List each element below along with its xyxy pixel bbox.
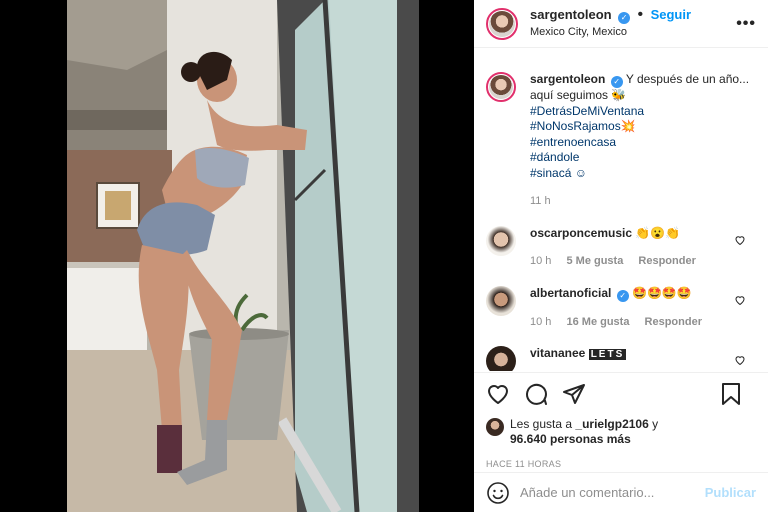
comment-row: vitananee LETS <box>486 346 756 371</box>
comment-row: albertanoficial ✓ 🤩🤩🤩🤩 10 h 16 Me gusta … <box>486 285 756 331</box>
likes-summary: Les gusta a _urielgp2106 y 96.640 person… <box>486 417 756 447</box>
verified-icon: ✓ <box>616 289 629 302</box>
comment-like-icon[interactable] <box>734 354 746 369</box>
post-header: sargentoleon ✓ • Seguir Mexico City, Mex… <box>474 0 768 48</box>
emoji-icon[interactable] <box>486 481 510 505</box>
caption-username[interactable]: sargentoleon <box>530 72 605 86</box>
share-icon[interactable] <box>562 382 586 406</box>
comment-text: 👏😮👏 <box>635 225 681 240</box>
likes-text: Les gusta a _urielgp2106 y 96.640 person… <box>510 417 658 447</box>
hashtag[interactable]: #dándole <box>530 150 756 166</box>
author-avatar[interactable] <box>486 7 518 40</box>
bookmark-icon[interactable] <box>720 382 742 406</box>
likes-count[interactable]: 96.640 personas más <box>510 432 631 446</box>
comment-meta: 10 h 5 Me gusta Responder <box>530 254 756 270</box>
post-location[interactable]: Mexico City, Mexico <box>530 24 736 40</box>
likes-prefix: Les gusta a <box>510 417 576 431</box>
commenter-username[interactable]: albertanoficial <box>530 286 611 300</box>
heart-icon[interactable] <box>486 382 510 406</box>
comment-input[interactable] <box>520 485 697 500</box>
reply-button[interactable]: Responder <box>638 255 695 267</box>
liker-username[interactable]: _urielgp2106 <box>575 417 648 431</box>
header-text: sargentoleon ✓ • Seguir Mexico City, Mex… <box>530 7 736 40</box>
author-username[interactable]: sargentoleon <box>530 7 612 22</box>
reply-button[interactable]: Responder <box>645 316 702 328</box>
add-comment-bar: Publicar <box>474 472 768 512</box>
post-photo[interactable] <box>67 0 419 512</box>
comment-body: vitananee LETS <box>530 346 756 363</box>
liker-avatar[interactable] <box>486 418 504 436</box>
commenter-username[interactable]: oscarponcemusic <box>530 226 632 240</box>
comments-list[interactable]: sargentoleon ✓ Y después de un año... aq… <box>474 56 768 371</box>
hashtag[interactable]: #DetrásDeMiVentana <box>530 104 756 120</box>
post-sidebar: sargentoleon ✓ • Seguir Mexico City, Mex… <box>474 0 768 512</box>
caption-meta: 11 h <box>530 194 756 210</box>
comment-likes[interactable]: 16 Me gusta <box>566 316 629 328</box>
commenter-avatar[interactable] <box>486 285 516 316</box>
photo-illustration <box>67 0 419 512</box>
comment-text: LETS <box>588 349 627 360</box>
post-timestamp[interactable]: HACE 11 HORAS <box>486 459 756 469</box>
comment-time[interactable]: 10 h <box>530 316 551 328</box>
comment-row: oscarponcemusic 👏😮👏 10 h 5 Me gusta Resp… <box>486 225 756 270</box>
hashtag[interactable]: #NoNosRajamos💥 <box>530 119 756 135</box>
commenter-avatar[interactable] <box>486 225 516 256</box>
likes-suffix: y <box>648 417 659 431</box>
comment-text: 🤩🤩🤩🤩 <box>632 285 692 300</box>
verified-icon: ✓ <box>618 12 631 24</box>
comment-body: albertanoficial ✓ 🤩🤩🤩🤩 10 h 16 Me gusta … <box>530 286 756 331</box>
verified-icon: ✓ <box>610 76 623 88</box>
hashtag[interactable]: #entrenoencasa <box>530 135 756 151</box>
comment-time[interactable]: 10 h <box>530 255 551 267</box>
comment-icon[interactable] <box>524 382 548 406</box>
hashtag[interactable]: #sinacá ☺ <box>530 166 756 182</box>
comment-like-icon[interactable] <box>734 294 746 309</box>
comment-likes[interactable]: 5 Me gusta <box>566 255 623 267</box>
publish-button[interactable]: Publicar <box>705 485 756 500</box>
comment-like-icon[interactable] <box>734 234 746 249</box>
media-pane <box>0 0 474 512</box>
commenter-username[interactable]: vitananee <box>530 346 585 360</box>
caption-avatar[interactable] <box>486 72 516 102</box>
post-actions: Les gusta a _urielgp2106 y 96.640 person… <box>474 372 768 469</box>
caption-time[interactable]: 11 h <box>530 195 551 207</box>
caption: sargentoleon ✓ Y después de un año... aq… <box>486 72 756 210</box>
separator-dot: • <box>637 6 644 23</box>
more-options-icon[interactable]: ••• <box>736 15 756 33</box>
action-icons <box>486 381 756 407</box>
comment-body: oscarponcemusic 👏😮👏 10 h 5 Me gusta Resp… <box>530 226 756 270</box>
comment-meta: 10 h 16 Me gusta Responder <box>530 315 756 331</box>
commenter-avatar[interactable] <box>486 346 516 371</box>
caption-body: sargentoleon ✓ Y después de un año... aq… <box>530 72 756 210</box>
follow-button[interactable]: Seguir <box>651 7 691 22</box>
